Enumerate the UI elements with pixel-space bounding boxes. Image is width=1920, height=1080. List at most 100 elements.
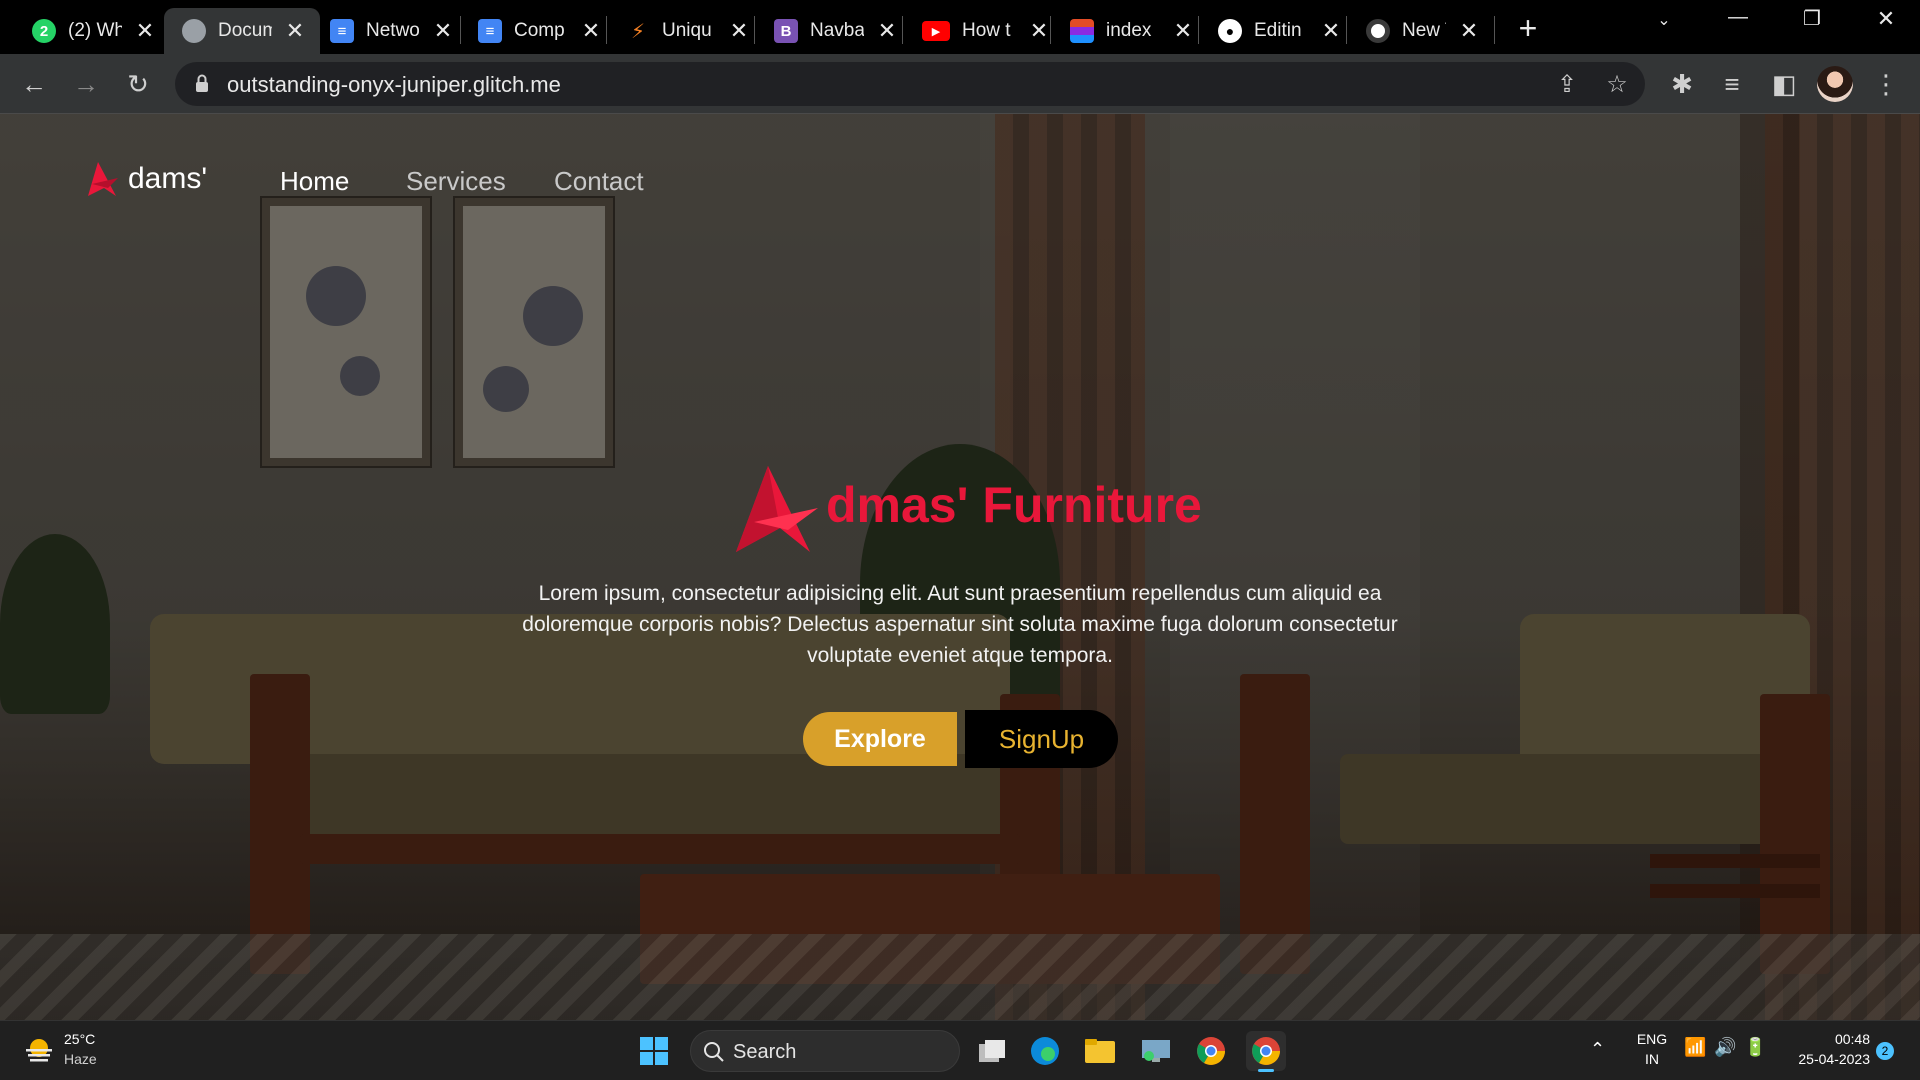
menu-icon[interactable]: ⋮ <box>1868 66 1904 102</box>
language-indicator[interactable]: ENG <box>1632 1031 1672 1047</box>
signup-button[interactable]: SignUp <box>965 710 1118 768</box>
tab-youtube[interactable]: ▶ How t ✕ <box>904 8 1064 54</box>
rug <box>0 934 1920 1020</box>
search-label: Search <box>733 1041 797 1063</box>
tab-separator <box>1050 16 1051 44</box>
bookmark-star-icon[interactable]: ☆ <box>1603 70 1631 98</box>
forward-button[interactable]: → <box>68 66 104 102</box>
tab-title: Docum <box>218 20 272 41</box>
chair-arm <box>1240 674 1310 974</box>
tab-title: Uniqu <box>662 20 712 41</box>
region-indicator[interactable]: IN <box>1632 1051 1672 1067</box>
url-text: outstanding-onyx-juniper.glitch.me <box>227 72 561 97</box>
globe-icon <box>182 19 206 43</box>
battery-icon[interactable]: 🔋 <box>1744 1037 1766 1058</box>
tab-index[interactable]: index ✕ <box>1052 8 1208 54</box>
tab-title: Editin <box>1254 20 1302 41</box>
nav-contact[interactable]: Contact <box>554 166 644 197</box>
media-control-icon[interactable]: ≡ <box>1714 66 1750 102</box>
tab-document[interactable]: Docum ✕ <box>164 8 320 54</box>
youtube-icon: ▶ <box>922 21 950 41</box>
browser-toolbar: ← → ↻ outstanding-onyx-juniper.glitch.me… <box>0 54 1920 114</box>
chair-slat <box>1650 884 1820 898</box>
tab-title: Comp <box>514 20 565 41</box>
windows-start-icon[interactable] <box>634 1031 674 1071</box>
weather-description: Haze <box>64 1051 97 1067</box>
brand-name: dams' <box>128 162 208 195</box>
profile-avatar[interactable] <box>1817 66 1853 102</box>
tab-whatsapp[interactable]: 2 (2) Wh ✕ <box>14 8 170 54</box>
extensions-icon[interactable]: ✱ <box>1664 66 1700 102</box>
remote-desktop-icon[interactable] <box>1136 1031 1176 1071</box>
wall-art-left <box>262 198 430 466</box>
close-tab-icon[interactable]: ✕ <box>1028 18 1050 44</box>
brand-logo[interactable]: dams' <box>78 160 207 198</box>
clock-time[interactable]: 00:48 <box>1780 1031 1870 1047</box>
notification-badge[interactable]: 2 <box>1876 1042 1894 1060</box>
chair-slat <box>1650 854 1820 868</box>
share-icon[interactable]: ⇪ <box>1553 70 1581 98</box>
close-tab-icon[interactable]: ✕ <box>1320 18 1342 44</box>
weather-temperature: 25°C <box>64 1031 96 1047</box>
task-view-icon[interactable] <box>972 1031 1012 1071</box>
github-icon: ● <box>1218 19 1242 43</box>
haze-weather-icon[interactable] <box>24 1037 54 1063</box>
whatsapp-icon: 2 <box>32 19 56 43</box>
tab-separator <box>902 16 903 44</box>
close-tab-icon[interactable]: ✕ <box>728 18 750 44</box>
close-tab-icon[interactable]: ✕ <box>1172 18 1194 44</box>
close-tab-icon[interactable]: ✕ <box>1458 18 1480 44</box>
chair-arm <box>1760 694 1830 974</box>
tab-navbar[interactable]: B Navba ✕ <box>756 8 912 54</box>
tab-title: New T <box>1402 20 1446 41</box>
search-icon <box>704 1042 724 1062</box>
lock-icon <box>196 74 208 92</box>
close-tab-icon[interactable]: ✕ <box>284 18 306 44</box>
tab-title: How t <box>962 20 1011 41</box>
back-button[interactable]: ← <box>16 66 52 102</box>
hero-logo-icon <box>736 466 818 552</box>
tab-separator <box>606 16 607 44</box>
nav-services[interactable]: Services <box>406 166 506 197</box>
volume-icon[interactable]: 🔊 <box>1714 1037 1736 1058</box>
tab-separator <box>1198 16 1199 44</box>
close-tab-icon[interactable]: ✕ <box>432 18 454 44</box>
tab-separator <box>754 16 755 44</box>
wifi-icon[interactable]: 📶 <box>1684 1037 1706 1058</box>
clock-date[interactable]: 25-04-2023 <box>1780 1051 1870 1067</box>
chrome-active-icon[interactable] <box>1246 1031 1286 1072</box>
close-tab-icon[interactable]: ✕ <box>134 18 156 44</box>
nav-home[interactable]: Home <box>280 166 349 197</box>
page-icon <box>1070 19 1094 43</box>
tab-separator <box>1346 16 1347 44</box>
chrome-icon <box>1366 19 1390 43</box>
tab-unique[interactable]: ⚡ Uniqu ✕ <box>608 8 764 54</box>
side-panel-icon[interactable]: ◧ <box>1766 66 1802 102</box>
minimize-button[interactable]: — <box>1718 6 1758 29</box>
new-tab-button[interactable]: + <box>1510 10 1546 47</box>
wall-art-right <box>455 198 613 466</box>
explore-button[interactable]: Explore <box>803 712 957 766</box>
taskbar-search[interactable]: Search <box>690 1030 960 1072</box>
edge-icon[interactable] <box>1025 1031 1065 1071</box>
chrome-icon[interactable] <box>1191 1031 1231 1071</box>
tab-title: Netwo <box>366 20 420 41</box>
tab-bar: 2 (2) Wh ✕ Docum ✕ ≡ Netwo ✕ ≡ Comp ✕ ⚡ … <box>0 0 1920 54</box>
windows-taskbar: 25°C Haze Search ⌃ ENG IN 📶 🔊 🔋 00:48 25… <box>0 1020 1920 1080</box>
close-tab-icon[interactable]: ✕ <box>876 18 898 44</box>
tab-github[interactable]: ● Editin ✕ <box>1200 8 1356 54</box>
docs-icon: ≡ <box>330 19 354 43</box>
tab-separator <box>1494 16 1495 44</box>
tab-comp[interactable]: ≡ Comp ✕ <box>460 8 616 54</box>
close-tab-icon[interactable]: ✕ <box>580 18 602 44</box>
tab-new[interactable]: New T ✕ <box>1348 8 1494 54</box>
restore-button[interactable]: ❐ <box>1792 6 1832 31</box>
close-window-button[interactable]: ✕ <box>1866 6 1906 32</box>
address-bar[interactable]: outstanding-onyx-juniper.glitch.me ⇪ ☆ <box>175 62 1645 106</box>
tab-title: Navba <box>810 20 864 41</box>
tab-search-icon[interactable]: ⌄ <box>1644 10 1684 30</box>
reload-button[interactable]: ↻ <box>120 66 156 102</box>
tab-network[interactable]: ≡ Netwo ✕ <box>312 8 468 54</box>
tray-chevron-icon[interactable]: ⌃ <box>1590 1039 1605 1060</box>
file-explorer-icon[interactable] <box>1080 1031 1120 1071</box>
